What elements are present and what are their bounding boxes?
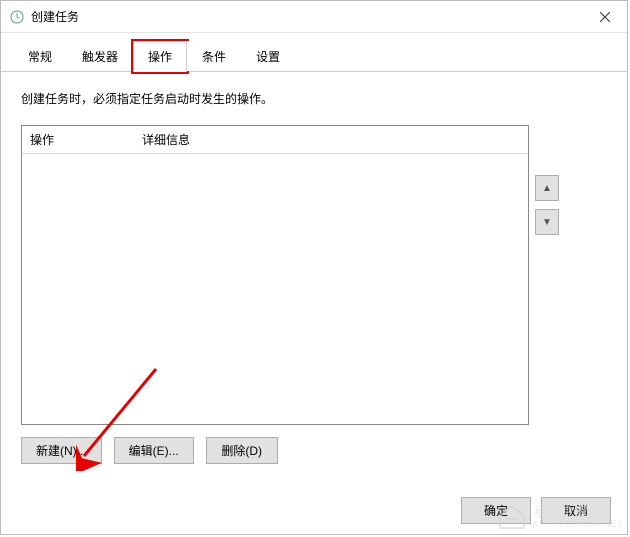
delete-button[interactable]: 删除(D) [206,437,278,464]
tab-triggers[interactable]: 触发器 [67,41,133,71]
window-title: 创建任务 [31,8,79,25]
action-buttons: 新建(N)... 编辑(E)... 删除(D) [21,437,607,464]
column-detail[interactable]: 详细信息 [142,131,528,148]
clock-icon [9,9,25,25]
description-text: 创建任务时，必须指定任务启动时发生的操作。 [21,90,607,107]
close-button[interactable] [582,1,627,33]
tab-settings[interactable]: 设置 [241,41,295,71]
dialog-window: 创建任务 常规 触发器 操作 条件 设置 创建任务时，必须指定任务启动时发生的操… [0,0,628,535]
footer-buttons: 确定 取消 [461,497,611,524]
list-header: 操作 详细信息 [22,126,528,154]
ok-button[interactable]: 确定 [461,497,531,524]
new-button[interactable]: 新建(N)... [21,437,102,464]
actions-list[interactable]: 操作 详细信息 [21,125,529,425]
tab-general[interactable]: 常规 [13,41,67,71]
tab-bar: 常规 触发器 操作 条件 设置 [1,33,627,72]
column-action[interactable]: 操作 [22,131,142,148]
cancel-button[interactable]: 取消 [541,497,611,524]
titlebar: 创建任务 [1,1,627,33]
list-area: 操作 详细信息 ▲ ▼ [21,125,607,425]
content-area: 创建任务时，必须指定任务启动时发生的操作。 操作 详细信息 ▲ ▼ 新建(N).… [1,72,627,476]
tab-conditions[interactable]: 条件 [187,41,241,71]
move-down-button[interactable]: ▼ [535,209,559,235]
tab-actions[interactable]: 操作 [133,41,187,72]
edit-button[interactable]: 编辑(E)... [114,437,194,464]
reorder-buttons: ▲ ▼ [535,125,559,425]
move-up-button[interactable]: ▲ [535,175,559,201]
